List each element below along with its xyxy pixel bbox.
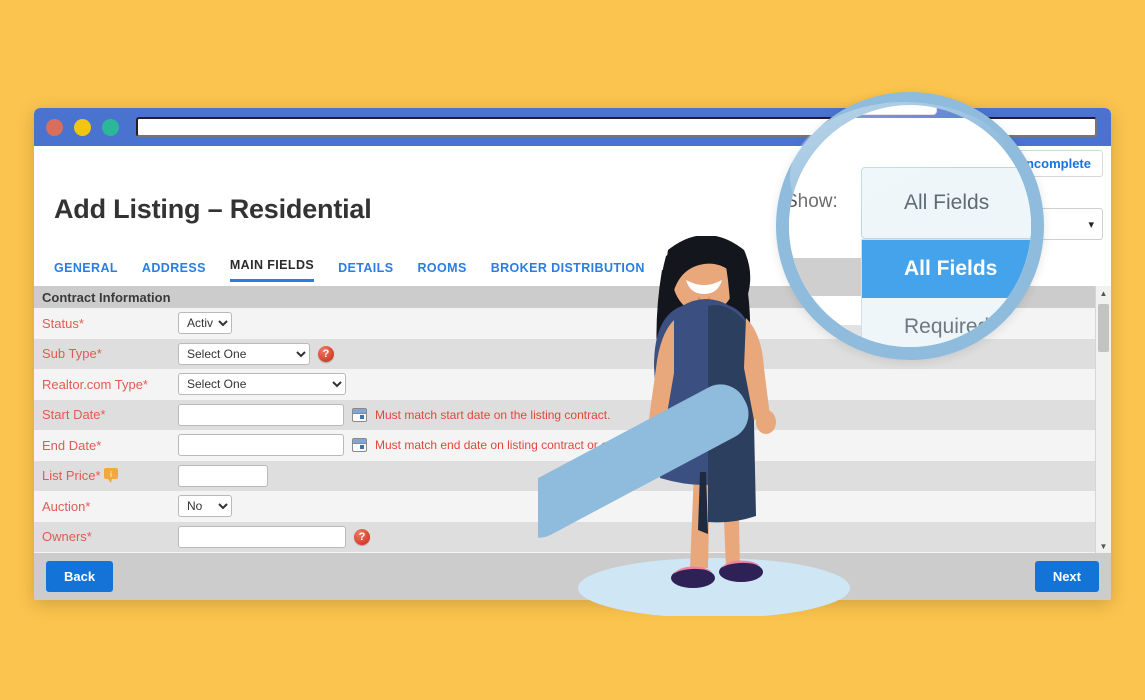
field-control-group: Select One? — [178, 342, 334, 365]
form-footer: Back Next — [34, 553, 1111, 600]
field-label: List Price* i — [42, 468, 178, 484]
magnifier-overlay: Add Listing Save Incomplete Show: All Fi… — [760, 76, 1060, 376]
field-control-group: Must match start date on the listing con… — [178, 403, 611, 426]
field-control-group: Active — [178, 312, 232, 335]
form-row: Owners*? — [34, 521, 1111, 552]
scroll-down-arrow-icon[interactable]: ▼ — [1096, 539, 1111, 553]
magnified-save-incomplete-button[interactable]: Save Incomplete — [975, 105, 1031, 115]
magnified-dropdown-option[interactable]: Required Fields Only — [862, 298, 1031, 347]
back-button[interactable]: Back — [46, 561, 114, 592]
field-control-group: Must match end date on listing contract … — [178, 434, 656, 457]
magnified-dropdown-list: All FieldsRequired Fields Only Empty Requ… — [861, 239, 1044, 360]
tab-main-fields[interactable]: MAIN FIELDS — [229, 258, 315, 282]
field-label: Status* — [42, 315, 84, 331]
page-title: Add Listing – Residential — [54, 194, 372, 224]
magnified-dropdown-option[interactable]: All Fields — [862, 240, 1031, 298]
field-label: Start Date* — [42, 407, 106, 423]
tab-address[interactable]: ADDRESS — [142, 261, 206, 282]
field-hint: Must match start date on the listing con… — [375, 407, 611, 422]
form-vertical-scrollbar[interactable]: ▲ ▼ — [1095, 286, 1111, 553]
form-row: End Date* Must match end date on listing … — [34, 430, 1111, 461]
field-label: End Date* — [42, 437, 102, 453]
info-tooltip-icon[interactable]: i — [103, 468, 118, 484]
scrollbar-thumb[interactable] — [1098, 304, 1109, 352]
close-icon[interactable] — [46, 118, 63, 136]
magnified-dropdown-option[interactable]: Empty Required Fields Only — [862, 356, 1044, 360]
form-row: List Price* i — [34, 460, 1111, 491]
form-row: Start Date* Must match start date on the … — [34, 399, 1111, 430]
field-label: Realtor.com Type* — [42, 376, 148, 392]
field-label: Owners* — [42, 529, 92, 545]
select-realtor-com-type-[interactable]: Select One — [178, 373, 346, 396]
tab-broker-distribution[interactable]: BROKER DISTRIBUTION — [491, 261, 645, 282]
form-row: Auction* No — [34, 491, 1111, 522]
tab-rooms[interactable]: ROOMS — [417, 261, 466, 282]
maximize-icon[interactable] — [102, 118, 119, 136]
field-control-group — [178, 464, 268, 487]
input-start-date-[interactable] — [178, 403, 344, 426]
input-list-price-[interactable] — [178, 464, 268, 487]
field-control-group: ? — [178, 525, 370, 548]
field-control-group: No — [178, 495, 232, 518]
minimize-icon[interactable] — [74, 118, 91, 136]
magnifier-lens: Add Listing Save Incomplete Show: All Fi… — [776, 92, 1044, 360]
select-sub-type-[interactable]: Select One — [178, 342, 310, 365]
svg-text:i: i — [110, 470, 112, 479]
select-auction-[interactable]: No — [178, 495, 232, 518]
field-control-group: Select One — [178, 373, 346, 396]
input-owners-[interactable] — [178, 525, 346, 548]
field-hint: Must match end date on listing contract … — [375, 438, 656, 453]
input-end-date-[interactable] — [178, 434, 344, 457]
help-icon[interactable]: ? — [354, 528, 370, 545]
chevron-down-icon: ▾ — [1088, 218, 1094, 231]
help-icon[interactable]: ? — [318, 345, 334, 362]
magnified-show-label: Show: — [785, 191, 838, 212]
magnified-url-input[interactable] — [776, 92, 1044, 103]
magnified-show-select[interactable]: All Fields — [861, 167, 1031, 239]
calendar-icon[interactable] — [352, 407, 367, 422]
field-label: Sub Type* — [42, 346, 102, 362]
calendar-icon[interactable] — [352, 438, 367, 453]
next-button[interactable]: Next — [1034, 561, 1099, 592]
select-status-[interactable]: Active — [178, 312, 232, 335]
scroll-up-arrow-icon[interactable]: ▲ — [1096, 286, 1111, 300]
magnified-content: Add Listing Save Incomplete Show: All Fi… — [776, 92, 1044, 360]
tab-details[interactable]: DETAILS — [338, 261, 393, 282]
tab-general[interactable]: GENERAL — [54, 261, 118, 282]
field-label: Auction* — [42, 498, 91, 514]
magnified-add-listing-button[interactable]: Add Listing — [803, 105, 938, 115]
